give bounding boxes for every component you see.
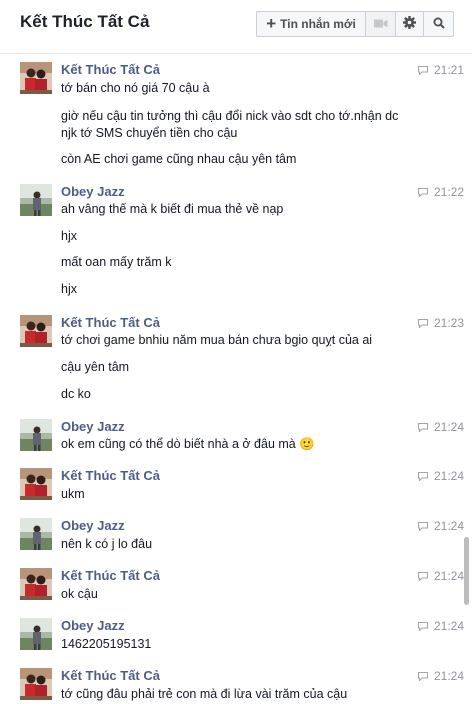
message-text: tớ cũng đâu phải trẻ con mà đi lừa vài t… <box>61 687 348 701</box>
conversation-title: Kết Thúc Tất Cả <box>20 12 150 31</box>
header-toolbar: + Tin nhắn mới <box>256 11 454 37</box>
chat-bubble-icon <box>418 521 428 531</box>
message-text: ah vâng thế mà k biết đi mua thẻ về nạp <box>61 202 284 216</box>
sender-name[interactable]: Obey Jazz <box>61 518 125 533</box>
message-time: 21:22 <box>418 185 464 199</box>
scrollbar-thumb[interactable] <box>464 537 469 605</box>
message-text: 1462205195131 <box>61 637 152 651</box>
message-text: ukm <box>61 487 85 501</box>
chat-bubble-icon <box>418 187 428 197</box>
time-label: 21:23 <box>434 316 465 330</box>
avatar[interactable] <box>20 184 52 216</box>
plus-icon: + <box>266 13 277 33</box>
message-time: 21:24 <box>418 619 464 633</box>
sender-name[interactable]: Kết Thúc Tất Cả <box>61 468 160 483</box>
time-label: 21:24 <box>434 669 465 683</box>
avatar[interactable] <box>20 468 52 500</box>
message-text: ok cậu <box>61 587 98 601</box>
chat-bubble-icon <box>418 571 428 581</box>
message-text: hjx <box>61 229 77 243</box>
search-icon <box>433 17 445 32</box>
chat-bubble-icon <box>418 621 428 631</box>
message-text: cậu yên tâm <box>61 360 130 374</box>
sender-name[interactable]: Obey Jazz <box>61 618 125 633</box>
message-text: nên k có j lo đâu <box>61 537 153 551</box>
avatar[interactable] <box>20 668 52 700</box>
message-text: tớ chơi game bnhiu năm mua bán chưa bgio… <box>61 333 373 347</box>
sender-name[interactable]: Obey Jazz <box>61 419 125 434</box>
search-button[interactable] <box>424 11 454 37</box>
chat-bubble-icon <box>418 422 428 432</box>
sender-name[interactable]: Kết Thúc Tất Cả <box>61 62 160 77</box>
chat-bubble-icon <box>418 471 428 481</box>
gear-icon <box>403 16 416 32</box>
video-camera-icon <box>373 17 388 31</box>
chat-bubble-icon <box>418 671 428 681</box>
message-text: giờ nếu cậu tin tưởng thì cậu đổi nick v… <box>61 109 399 123</box>
time-label: 21:24 <box>434 569 465 583</box>
message-time: 21:24 <box>418 569 464 583</box>
message-text: njk tớ SMS chuyển tiền cho cậu <box>61 126 238 140</box>
chat-bubble-icon <box>418 65 428 75</box>
message-text: mất oan mấy trăm k <box>61 255 172 269</box>
sender-name[interactable]: Kết Thúc Tất Cả <box>61 668 160 683</box>
video-call-button[interactable] <box>366 11 396 37</box>
time-label: 21:24 <box>434 420 465 434</box>
message-text: còn AE chơi game cũng nhau cậu yên tâm <box>61 152 297 166</box>
sender-name[interactable]: Kết Thúc Tất Cả <box>61 315 160 330</box>
message-time: 21:24 <box>418 519 464 533</box>
sender-name[interactable]: Kết Thúc Tất Cả <box>61 568 160 583</box>
message-list[interactable]: Kết Thúc Tất Cả 21:21 tớ bán cho nó giá … <box>0 55 472 704</box>
settings-button[interactable] <box>396 11 424 37</box>
message-time: 21:24 <box>418 469 464 483</box>
avatar[interactable] <box>20 618 52 650</box>
message-time: 21:24 <box>418 420 464 434</box>
time-label: 21:24 <box>434 619 465 633</box>
message-text: tớ bán cho nó giá 70 cậu à <box>61 81 210 95</box>
chat-bubble-icon <box>418 318 428 328</box>
avatar[interactable] <box>20 568 52 600</box>
time-label: 21:24 <box>434 469 465 483</box>
new-message-button[interactable]: + Tin nhắn mới <box>256 11 366 37</box>
avatar[interactable] <box>20 419 52 451</box>
message-time: 21:24 <box>418 669 464 683</box>
message-time: 21:21 <box>418 63 464 77</box>
new-message-label: Tin nhắn mới <box>280 17 356 31</box>
message-time: 21:23 <box>418 316 464 330</box>
avatar[interactable] <box>20 518 52 550</box>
message-text: dc ko <box>61 387 91 401</box>
message-text: ok em cũng có thể dò biết nhà a ở đâu mà… <box>61 437 315 451</box>
sender-name[interactable]: Obey Jazz <box>61 184 125 199</box>
time-label: 21:21 <box>434 63 465 77</box>
time-label: 21:24 <box>434 519 465 533</box>
time-label: 21:22 <box>434 185 465 199</box>
message-text: hjx <box>61 282 77 296</box>
conversation-header: Kết Thúc Tất Cả + Tin nhắn mới <box>0 0 472 54</box>
avatar[interactable] <box>20 62 52 94</box>
avatar[interactable] <box>20 315 52 347</box>
